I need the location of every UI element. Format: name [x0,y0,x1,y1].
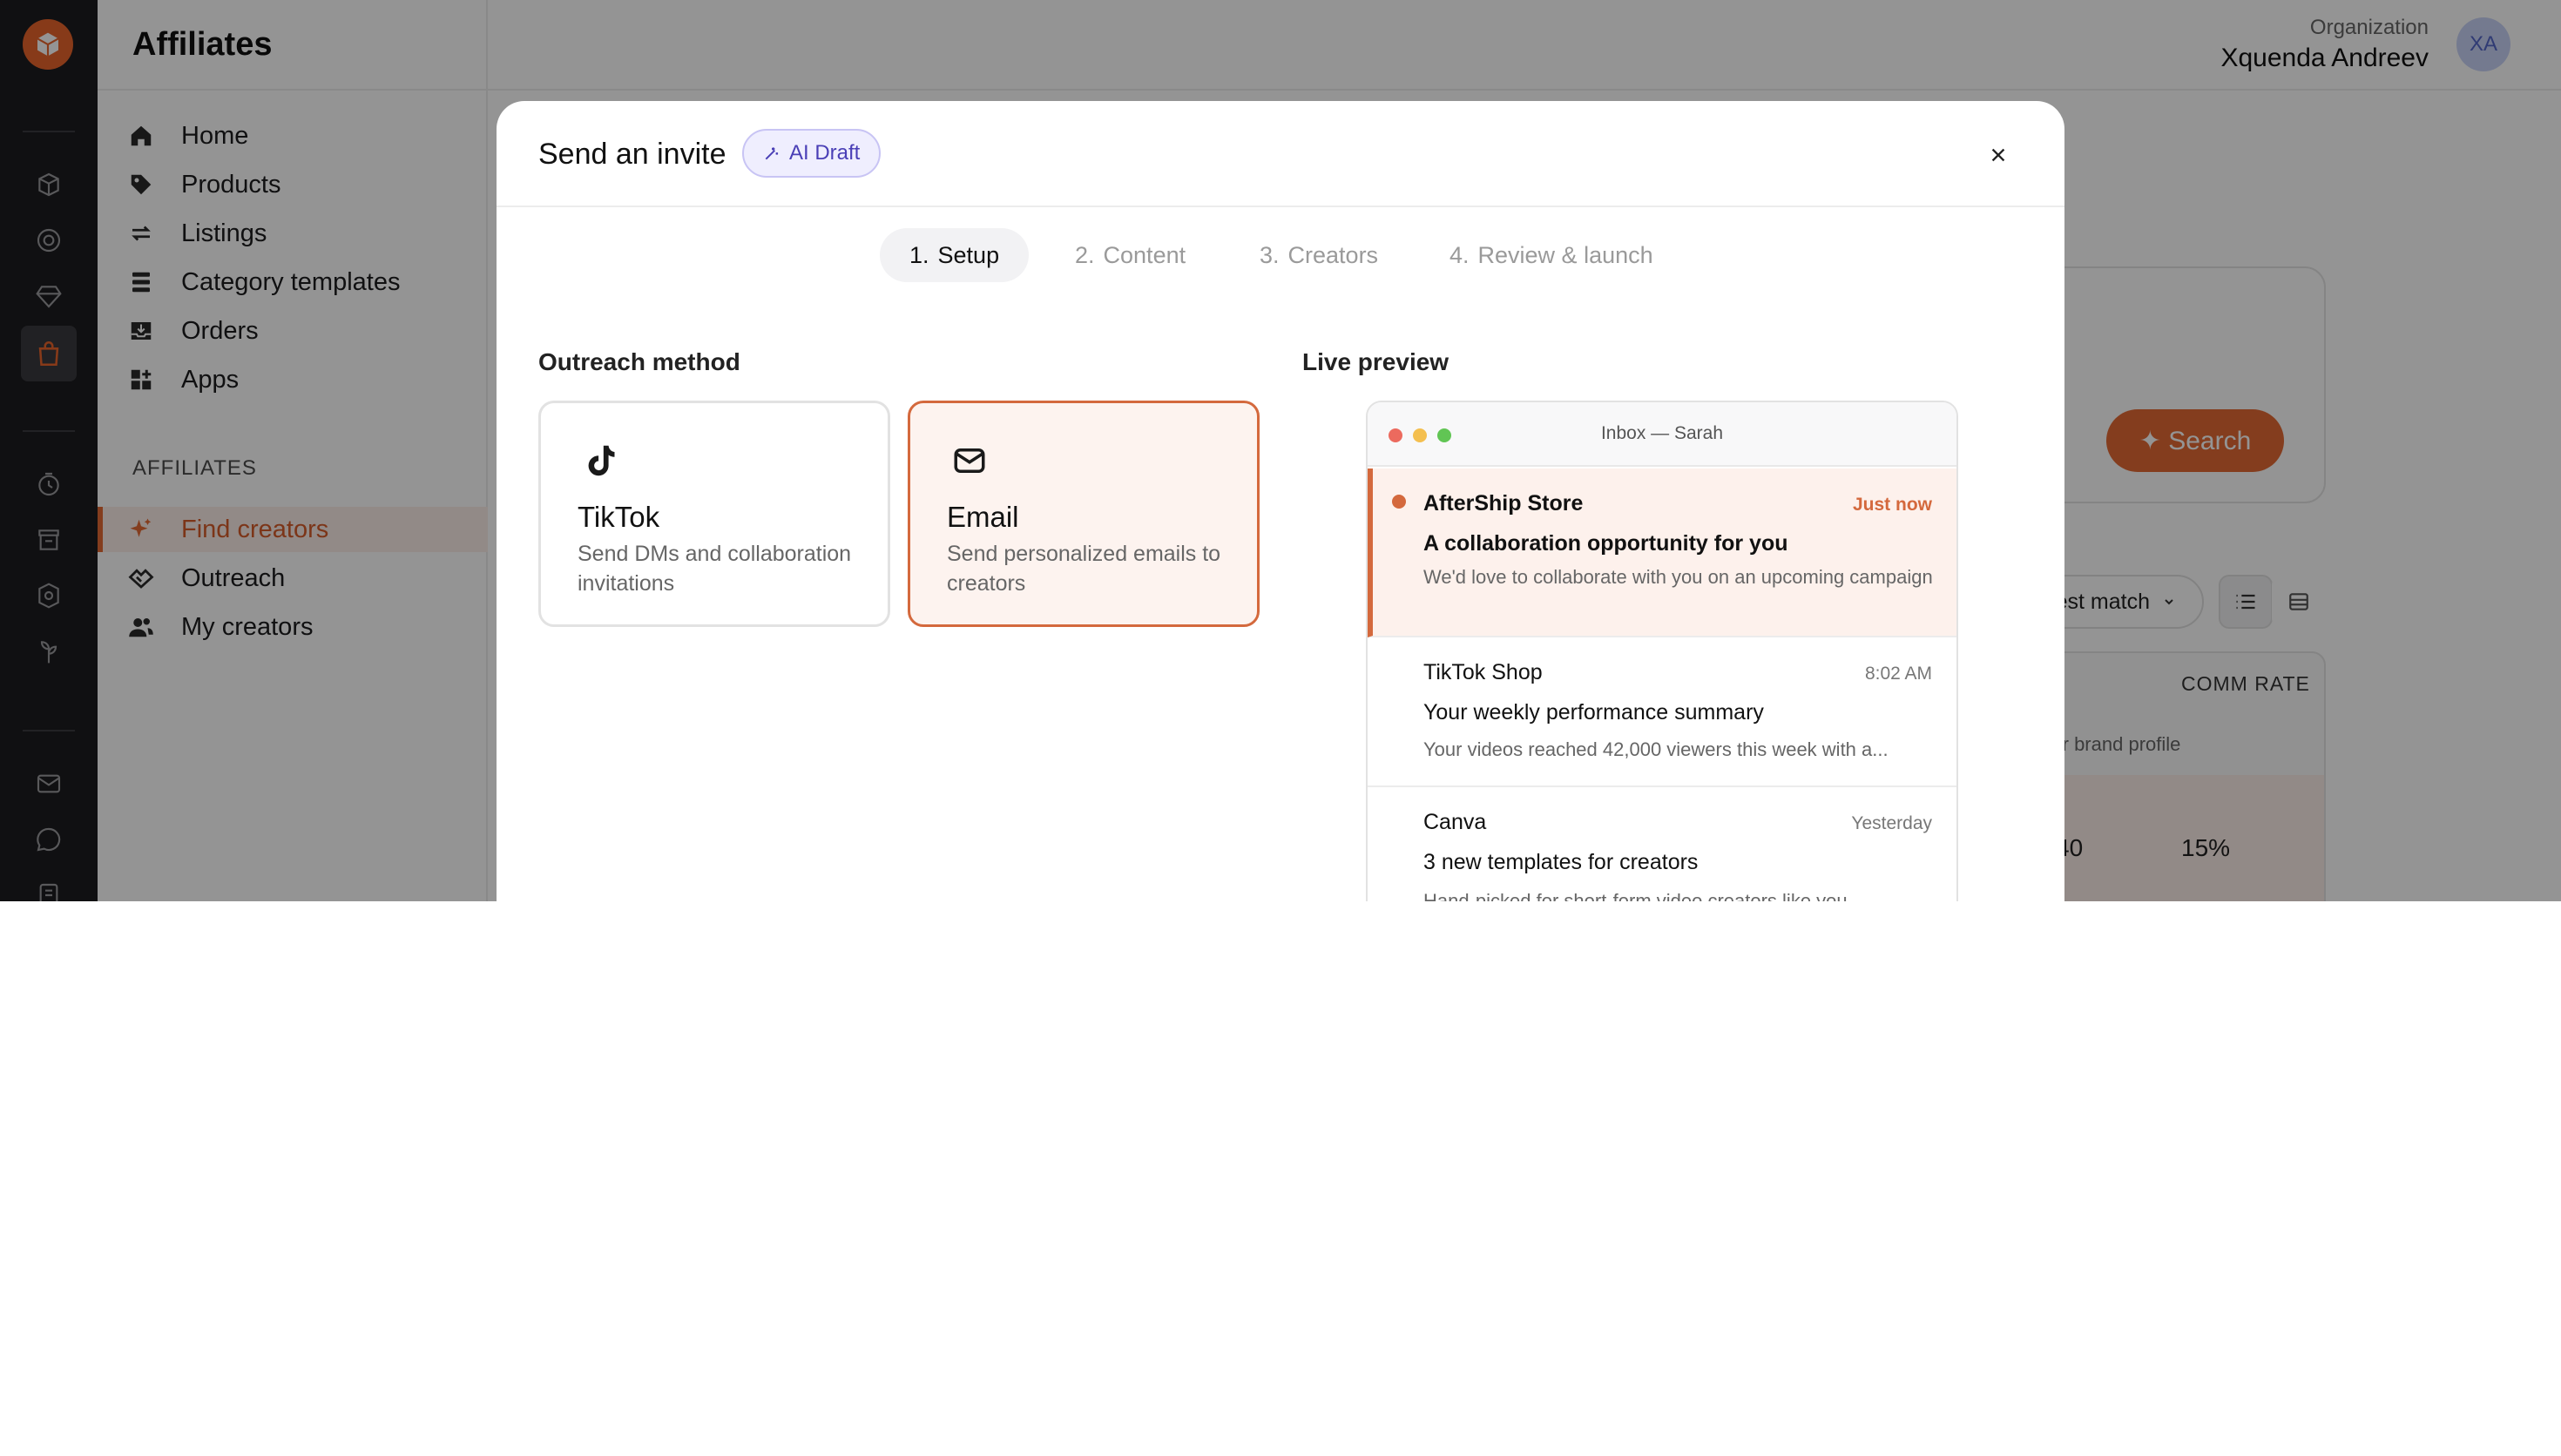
message-subject: 3 new templates for creators [1423,850,1699,874]
message-preview: Your videos reached 42,000 viewers this … [1423,738,1889,760]
step-label: Setup [937,241,1000,268]
method-title: TikTok [578,501,660,533]
close-button[interactable] [1977,134,2019,176]
modal-title: Send an invite [538,138,726,171]
app-window: Home Products Listings Category template… [0,0,2561,901]
method-description: Send personalized emails to creators [947,542,1221,596]
magic-wand-icon [765,147,779,160]
method-title: Email [947,501,1019,533]
step-content[interactable]: 2. Content [1045,228,1215,282]
close-icon [1991,148,2005,162]
send-invite-modal: Send an invite AI Draft 1. Setup 2. Cont… [497,101,2064,901]
step-number: 2. [1075,241,1095,268]
inbox-preview: Inbox — Sarah AfterShip Store Just now A… [1366,401,1958,901]
message-sender: Canva [1423,810,1487,834]
modal-divider [497,206,2064,207]
inbox-title: Inbox — Sarah [1600,423,1724,443]
inbox-titlebar: Inbox — Sarah [1368,402,1956,467]
message-sender: TikTok Shop [1423,660,1543,684]
step-creators[interactable]: 3. Creators [1230,228,1408,282]
message-time: 8:02 AM [1864,664,1932,684]
step-number: 3. [1260,241,1280,268]
message-subject: A collaboration opportunity for you [1423,531,1788,556]
badge-label: AI Draft [789,141,861,165]
method-card-email[interactable]: Email Send personalized emails to creato… [908,401,1260,627]
inbox-message[interactable]: Canva Yesterday 3 new templates for crea… [1368,787,1956,901]
message-subject: Your weekly performance summary [1423,700,1764,725]
ai-draft-badge: AI Draft [742,129,882,178]
step-label: Content [1103,241,1186,268]
inbox-message[interactable]: TikTok Shop 8:02 AM Your weekly performa… [1368,637,1956,787]
outreach-method-title: Outreach method [538,348,740,375]
step-number: 1. [909,241,929,268]
method-card-tiktok[interactable]: TikTok Send DMs and collaboration invita… [538,401,890,627]
step-label: Review & launch [1477,241,1653,268]
step-setup[interactable]: 1. Setup [880,228,1030,282]
live-preview-title: Live preview [1302,348,1449,375]
unread-dot [1392,495,1406,509]
message-sender: AfterShip Store [1423,491,1584,516]
step-review-launch[interactable]: 4. Review & launch [1420,228,1683,282]
step-label: Creators [1287,241,1379,268]
inbox-message[interactable]: AfterShip Store Just now A collaboration… [1368,468,1956,637]
tiktok-icon [578,438,623,483]
message-time: Yesterday [1851,813,1932,833]
message-preview: Hand-picked for short-form video creator… [1423,890,1848,901]
method-description: Send DMs and collaboration invitations [578,542,852,596]
mail-icon [947,438,992,483]
message-preview: We'd love to collaborate with you on an … [1423,566,1933,588]
message-time: Just now [1852,495,1932,515]
step-number: 4. [1449,241,1470,268]
